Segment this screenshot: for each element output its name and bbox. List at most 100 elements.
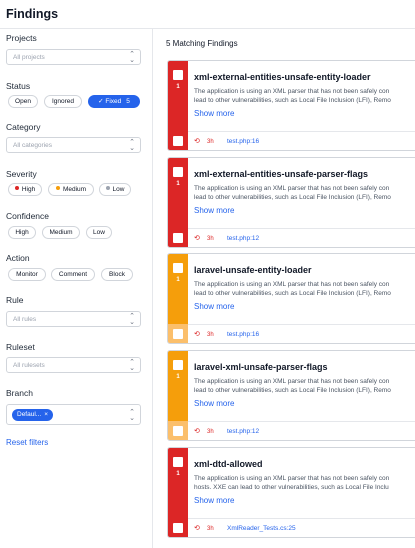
finding-age: 3h [207,139,214,145]
finding-checkbox[interactable] [173,360,183,370]
finding-location-link[interactable]: test.php:16 [227,138,259,145]
finding-rule-name[interactable]: xml-external-entities-unsafe-entity-load… [194,72,371,82]
finding-count: 1 [176,471,180,477]
filters-sidebar: Projects All projects ⌃ ⌄ Status Open Ign… [0,29,153,548]
severity-low-label: Low [112,186,125,193]
branch-select[interactable]: Defaul... × ⌃ ⌄ [6,404,141,425]
divider [188,518,415,519]
rule-select[interactable]: All rules ⌃ ⌄ [6,311,141,327]
top-bar: Findings [0,0,415,29]
confidence-label: Confidence [6,211,50,221]
status-open-pill[interactable]: Open [8,95,38,108]
finding-card[interactable]: 1 xml-external-entities-unsafe-entity-loa… [167,60,415,151]
finding-location-link[interactable]: test.php:16 [227,331,259,338]
finding-location-link[interactable]: test.php:12 [227,428,259,435]
severity-high-pill[interactable]: High [8,183,42,196]
status-ignored-pill[interactable]: Ignored [44,95,82,108]
chevron-up-down-icon: ⌃ ⌄ [129,359,135,372]
finding-footer-checkbox[interactable] [173,136,183,146]
findings-main: 5 Matching Findings 1 xml-external-entiti… [153,29,415,548]
action-monitor-pill[interactable]: Monitor [8,268,46,281]
finding-count: 1 [176,374,180,380]
action-comment-pill[interactable]: Comment [51,268,95,281]
finding-footer-checkbox[interactable] [173,523,183,533]
finding-rule-name[interactable]: xml-external-entities-unsafe-parser-flag… [194,169,368,179]
finding-age: 3h [207,332,214,338]
history-icon: ⟲ [194,331,200,338]
finding-description-line: hosts. XXE can lead to other vulnerabili… [194,483,389,491]
finding-description-line: The application is using an XML parser t… [194,185,390,192]
finding-description-line: The application is using an XML parser t… [194,281,390,288]
finding-card[interactable]: 1 xml-dtd-allowed The application is using… [167,447,415,538]
confidence-medium-pill[interactable]: Medium [42,226,80,239]
finding-count: 1 [176,84,180,90]
severity-low-pill[interactable]: Low [99,183,131,196]
finding-card[interactable]: 1 laravel-unsafe-entity-loader The applica… [167,253,415,344]
finding-description: The application is using an XML parser t… [194,378,415,395]
status-fixed-count: 5 [126,98,130,105]
ruleset-placeholder: All rulesets [13,361,45,369]
category-placeholder: All categories [13,141,53,149]
severity-bar: 1 [168,351,188,421]
show-more-link[interactable]: Show more [194,109,234,118]
finding-location-link[interactable]: XmlReader_Tests.cs:25 [227,525,296,532]
category-select[interactable]: All categories ⌃ ⌄ [6,137,141,153]
finding-checkbox[interactable] [173,263,183,273]
action-block-pill[interactable]: Block [101,268,133,281]
finding-card[interactable]: 1 xml-external-entities-unsafe-parser-fla… [167,157,415,248]
confidence-high-pill[interactable]: High [8,226,36,239]
finding-rule-name[interactable]: laravel-unsafe-entity-loader [194,265,312,275]
show-more-link[interactable]: Show more [194,399,234,408]
finding-location-link[interactable]: test.php:12 [227,235,259,242]
finding-age: 3h [207,236,214,242]
history-icon: ⟲ [194,525,200,532]
confidence-low-pill[interactable]: Low [86,226,112,239]
finding-footer-checkbox[interactable] [173,233,183,243]
show-more-link[interactable]: Show more [194,206,234,215]
divider [188,131,415,132]
projects-select[interactable]: All projects ⌃ ⌄ [6,49,141,65]
finding-age: 3h [207,429,214,435]
show-more-link[interactable]: Show more [194,496,234,505]
finding-description-line: The application is using an XML parser t… [194,378,390,385]
status-fixed-pill[interactable]: ✓ Fixed 5 [88,95,140,108]
finding-description: The application is using an XML parser t… [194,185,415,202]
check-icon: ✓ [98,98,104,105]
page-title: Findings [6,7,59,21]
status-fixed-label: Fixed [105,98,122,105]
severity-bar-footer [168,131,188,150]
finding-description-line: lead to other vulnerabilities, such as L… [194,289,391,297]
divider [188,324,415,325]
finding-checkbox[interactable] [173,70,183,80]
finding-card[interactable]: 1 laravel-xml-unsafe-parser-flags The appl… [167,350,415,441]
rule-label: Rule [6,295,24,305]
severity-bar-footer [168,324,188,343]
finding-description-line: lead to other vulnerabilities, such as L… [194,193,391,201]
rule-placeholder: All rules [13,315,37,323]
branch-tag[interactable]: Defaul... × [12,409,54,421]
finding-footer-checkbox[interactable] [173,329,183,339]
finding-rule-name[interactable]: xml-dtd-allowed [194,459,263,469]
finding-footer-checkbox[interactable] [173,426,183,436]
severity-medium-label: Medium [62,186,87,193]
finding-description-line: lead to other vulnerabilities, such as L… [194,96,391,104]
finding-description: The application is using an XML parser t… [194,475,415,492]
chevron-up-down-icon: ⌃ ⌄ [129,409,135,422]
action-label: Action [6,253,30,263]
show-more-link[interactable]: Show more [194,302,234,311]
ruleset-select[interactable]: All rulesets ⌃ ⌄ [6,357,141,373]
severity-medium-pill[interactable]: Medium [48,183,94,196]
severity-bar-footer [168,228,188,247]
matching-findings-count: 5 Matching Findings [166,39,238,48]
finding-description-line: The application is using an XML parser t… [194,475,390,482]
severity-medium-dot [55,186,60,190]
close-icon[interactable]: × [44,411,48,418]
severity-label: Severity [6,169,37,179]
finding-age: 3h [207,526,214,532]
finding-rule-name[interactable]: laravel-xml-unsafe-parser-flags [194,362,328,372]
finding-checkbox[interactable] [173,167,183,177]
projects-placeholder: All projects [13,53,45,61]
chevron-up-down-icon: ⌃ ⌄ [129,51,135,64]
reset-filters-link[interactable]: Reset filters [6,438,48,447]
finding-checkbox[interactable] [173,457,183,467]
